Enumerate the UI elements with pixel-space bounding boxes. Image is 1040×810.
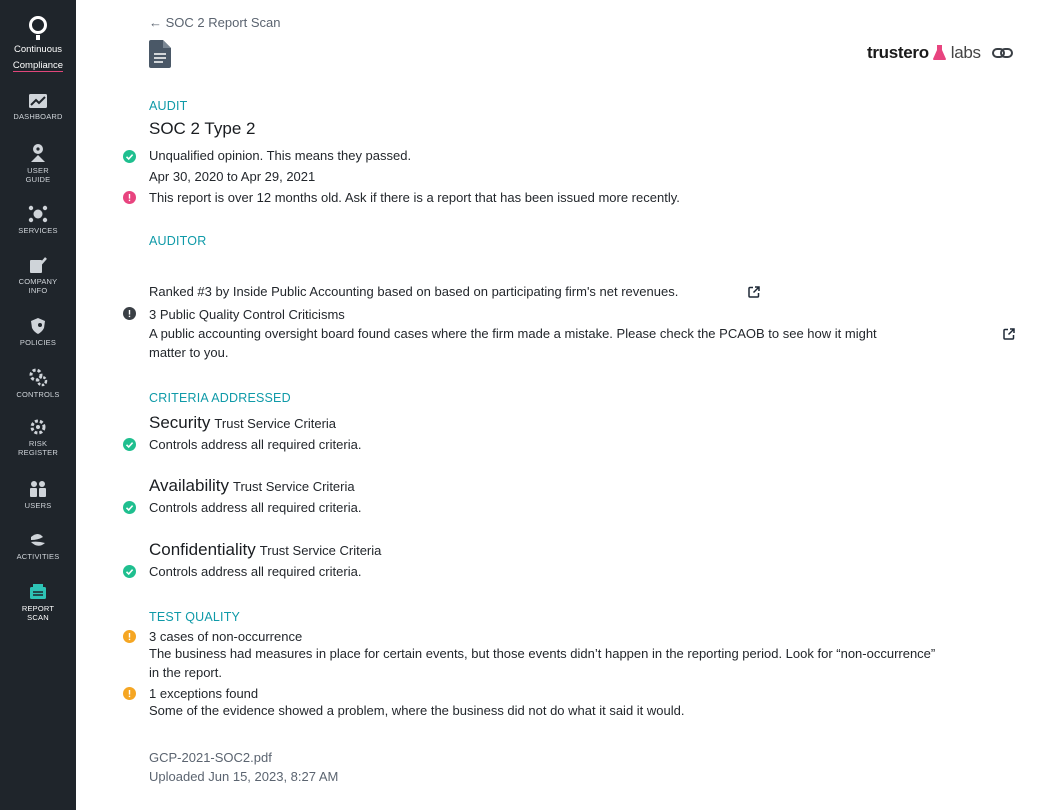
gear-icon [29, 368, 48, 387]
flask-icon [933, 45, 947, 60]
arrow-left-icon: ← [149, 15, 162, 30]
criteria-status: Controls address all required criteria. [149, 500, 362, 515]
criteria-type: Trust Service Criteria [233, 479, 355, 494]
auditor-criticisms-desc-cont: matter to you. [149, 345, 229, 360]
auditor-criticisms-desc: A public accounting oversight board foun… [149, 326, 877, 341]
sidebar-item-services[interactable]: SERVICES [0, 205, 76, 235]
brand-suffix: labs [950, 43, 981, 62]
sidebar-item-label: POLICIES [19, 338, 57, 347]
sidebar-item-label: COMPANY [18, 277, 58, 286]
shield-icon [31, 318, 45, 334]
brand-name: trustero [867, 43, 929, 62]
sidebar: Continuous Compliance DASHBOARD USER GUI… [0, 0, 76, 810]
upload-timestamp: Uploaded Jun 15, 2023, 8:27 AM [149, 769, 339, 784]
users-icon [30, 481, 46, 497]
sidebar-item-company-info[interactable]: COMPANY INFO [0, 256, 76, 295]
check-circle-icon [123, 565, 136, 578]
user-guide-icon [31, 144, 45, 162]
company-info-icon [30, 257, 47, 273]
sidebar-item-label: SCAN [27, 613, 49, 622]
risk-icon [30, 419, 46, 435]
sidebar-item-label: INFO [28, 286, 48, 295]
sidebar-item-dashboard[interactable]: DASHBOARD [0, 93, 76, 121]
dashboard-icon [29, 94, 47, 108]
criteria-name: Availability [149, 476, 230, 495]
test-quality-heading: TEST QUALITY [149, 610, 241, 624]
auditor-criticisms-title: 3 Public Quality Control Criticisms [149, 307, 345, 322]
audit-age-warning: This report is over 12 months old. Ask i… [149, 190, 680, 205]
logo-text-line2: Compliance [12, 60, 64, 72]
nonoccurrence-desc: The business had measures in place for c… [149, 646, 936, 661]
sidebar-item-controls[interactable]: CONTROLS [0, 367, 76, 399]
info-circle-icon [123, 307, 136, 320]
sidebar-item-label: GUIDE [25, 175, 51, 184]
warning-circle-icon [123, 687, 136, 700]
sidebar-item-report-scan[interactable]: REPORT SCAN [0, 583, 76, 622]
check-circle-icon [123, 501, 136, 514]
sidebar-item-label: REGISTER [18, 448, 58, 457]
sidebar-item-label: CONTROLS [16, 390, 60, 399]
sidebar-item-users[interactable]: USERS [0, 480, 76, 510]
sidebar-item-label: DASHBOARD [13, 112, 63, 121]
sidebar-item-label: SERVICES [18, 226, 58, 235]
sidebar-item-label: ACTIVITIES [16, 552, 60, 561]
criteria-type: Trust Service Criteria [259, 543, 382, 558]
back-link[interactable]: ← SOC 2 Report Scan [149, 15, 281, 30]
check-circle-icon [123, 438, 136, 451]
app-logo[interactable]: Continuous Compliance [0, 16, 76, 73]
copy-link-icon[interactable] [992, 45, 1013, 66]
criteria-status: Controls address all required criteria. [149, 437, 362, 452]
audit-heading: AUDIT [149, 99, 188, 113]
external-link-icon[interactable] [1003, 327, 1015, 345]
audit-title: SOC 2 Type 2 [149, 119, 256, 138]
auditor-ranking: Ranked #3 by Inside Public Accounting ba… [149, 284, 679, 299]
criteria-name: Security [149, 413, 211, 432]
activities-icon [31, 534, 45, 546]
audit-opinion: Unqualified opinion. This means they pas… [149, 148, 412, 163]
brand-logo: trustero labs [867, 43, 981, 63]
sidebar-item-label: REPORT [21, 604, 55, 613]
logo-text-line1: Continuous [13, 44, 63, 55]
criteria-type: Trust Service Criteria [214, 416, 337, 431]
document-icon [149, 40, 171, 73]
sidebar-item-label: RISK [28, 439, 48, 448]
auditor-heading: AUDITOR [149, 234, 207, 248]
audit-period: Apr 30, 2020 to Apr 29, 2021 [149, 169, 316, 184]
file-name[interactable]: GCP-2021-SOC2.pdf [149, 750, 272, 765]
criteria-status: Controls address all required criteria. [149, 564, 362, 579]
sidebar-item-policies[interactable]: POLICIES [0, 317, 76, 347]
alert-circle-icon [123, 191, 136, 204]
sidebar-item-user-guide[interactable]: USER GUIDE [0, 143, 76, 184]
criteria-name: Confidentiality [149, 540, 256, 559]
report-scan-icon [30, 584, 46, 599]
logo-icon [29, 16, 47, 34]
sidebar-item-label: USER [27, 166, 49, 175]
back-link-label: SOC 2 Report Scan [165, 15, 281, 30]
external-link-icon[interactable] [748, 285, 760, 303]
criteria-item-title: Security Trust Service Criteria [149, 413, 336, 433]
criteria-item-title: Confidentiality Trust Service Criteria [149, 540, 381, 560]
sidebar-item-risk-register[interactable]: RISK REGISTER [0, 418, 76, 457]
sidebar-item-activities[interactable]: ACTIVITIES [0, 531, 76, 561]
warning-circle-icon [123, 630, 136, 643]
criteria-item-title: Availability Trust Service Criteria [149, 476, 355, 496]
services-icon [28, 205, 48, 223]
criteria-heading: CRITERIA ADDRESSED [149, 391, 291, 405]
sidebar-item-label: USERS [24, 501, 52, 510]
check-circle-icon [123, 150, 136, 163]
exceptions-desc: Some of the evidence showed a problem, w… [149, 703, 685, 718]
nonoccurrence-desc-cont: in the report. [149, 665, 222, 680]
